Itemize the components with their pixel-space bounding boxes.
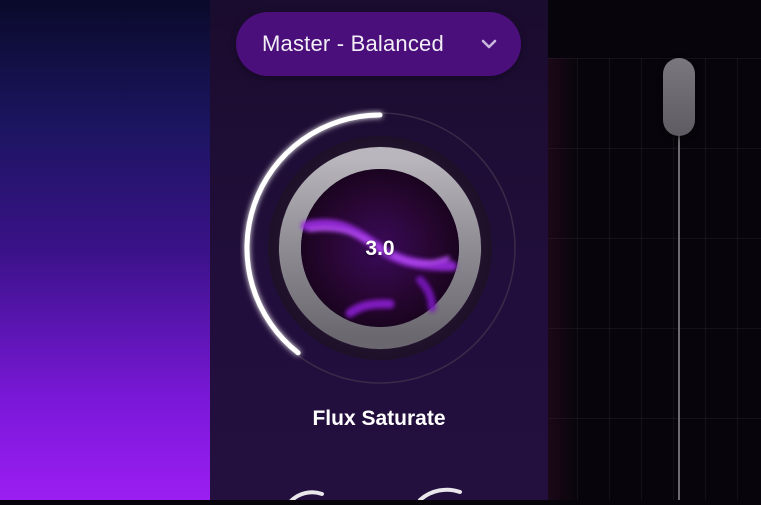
meter-grid [548,58,761,500]
knob-value: 3.0 [365,237,395,260]
chevron-down-icon[interactable] [479,34,499,54]
preset-dropdown[interactable]: Master - Balanced [236,12,521,76]
level-slider-track[interactable] [678,100,680,500]
knob-label: Flux Saturate [312,407,446,430]
level-meter-area [548,0,761,500]
next-knob-partial[interactable] [260,480,500,504]
level-slider-handle[interactable] [663,58,695,136]
background-gradient-left [0,0,211,500]
flux-saturate-knob[interactable]: 3.0 [240,108,520,388]
preset-label: Master - Balanced [262,31,444,56]
meter-glow [548,58,578,500]
